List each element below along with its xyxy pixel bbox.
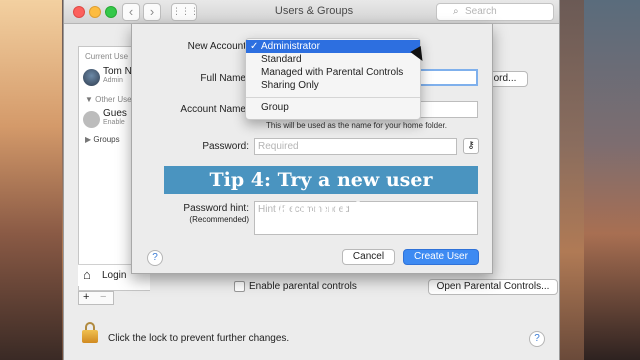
minimize-window-button[interactable] [89,6,101,18]
sidebar-user-guest[interactable]: Gues Enable [83,108,127,128]
sheet-help-button[interactable]: ? [147,250,163,266]
parental-controls-row: Enable parental controls Open Parental C… [212,278,558,300]
desktop-wallpaper-left [0,0,62,360]
menu-separator [246,97,420,98]
password-hint-label: Password hint: [183,203,249,214]
current-users-header: Current Use [85,52,129,61]
other-users-header: Other Use [95,95,132,104]
groups-disclosure[interactable]: ▶ Groups [85,135,120,144]
title-bar: ‹ › ⋮⋮⋮ Users & Groups ⌕ Search [64,0,559,24]
lock-message: Click the lock to prevent further change… [108,333,290,344]
show-all-grid-icon[interactable]: ⋮⋮⋮ [171,3,199,21]
help-button[interactable]: ? [529,331,545,347]
add-user-button[interactable]: + [83,291,89,303]
login-options-label: Login [102,270,127,281]
account-name-label: Account Name [180,104,246,115]
password-hint-sublabel: (Recommended) [189,215,249,224]
other-users-disclosure[interactable]: ▼ Other Use [85,95,132,104]
tip-overlay-banner: Tip 4: Try a new user account [164,166,478,219]
guest-name: Gues [103,108,127,119]
desktop-wallpaper-right [584,0,640,360]
menu-item-standard[interactable]: Standard [246,53,420,66]
full-name-label: Full Name [200,73,246,84]
guest-status: Enable [103,119,125,126]
remove-user-button[interactable]: − [100,291,106,303]
enable-parental-controls-label: Enable parental controls [249,281,357,292]
add-remove-controls: + − [78,291,114,305]
search-icon: ⌕ [453,6,459,17]
user-avatar [83,69,100,86]
zoom-window-button[interactable] [105,6,117,18]
groups-label: Groups [93,135,120,144]
create-user-button[interactable]: Create User [403,249,479,265]
forward-button[interactable]: › [143,3,161,21]
user-name: Tom N [103,66,132,77]
menu-item-label: Administrator [261,41,320,52]
bottom-bar: Click the lock to prevent further change… [64,318,559,360]
house-icon: ⌂ [83,267,91,282]
user-role: Admin [103,77,123,84]
password-label: Password: [202,141,249,152]
window-title: Users & Groups [274,5,354,17]
password-assistant-key-icon[interactable]: ⚷ [463,138,479,154]
account-type-dropdown-menu: ✓ Administrator Standard Managed with Pa… [245,38,421,120]
back-button[interactable]: ‹ [122,3,140,21]
search-field[interactable]: ⌕ Search [436,3,554,21]
guest-avatar-icon [83,111,100,128]
sidebar-user-tom[interactable]: Tom N Admin [83,66,132,86]
cancel-button[interactable]: Cancel [342,249,395,265]
close-window-button[interactable] [73,6,85,18]
menu-item-group[interactable]: Group [246,101,420,114]
enable-parental-controls-checkbox[interactable] [234,281,245,292]
checkmark-icon: ✓ [250,41,259,52]
account-name-note: This will be used as the name for your h… [266,121,447,130]
menu-item-sharing-only[interactable]: Sharing Only [246,79,420,92]
password-field[interactable]: Required [254,138,457,155]
menu-item-administrator[interactable]: ✓ Administrator [246,40,420,53]
lock-icon[interactable] [82,322,98,344]
open-parental-controls-button[interactable]: Open Parental Controls... [428,279,558,295]
new-account-label: New Account [187,41,246,52]
menu-item-managed-parental[interactable]: Managed with Parental Controls [246,66,420,79]
search-placeholder: Search [465,6,497,17]
